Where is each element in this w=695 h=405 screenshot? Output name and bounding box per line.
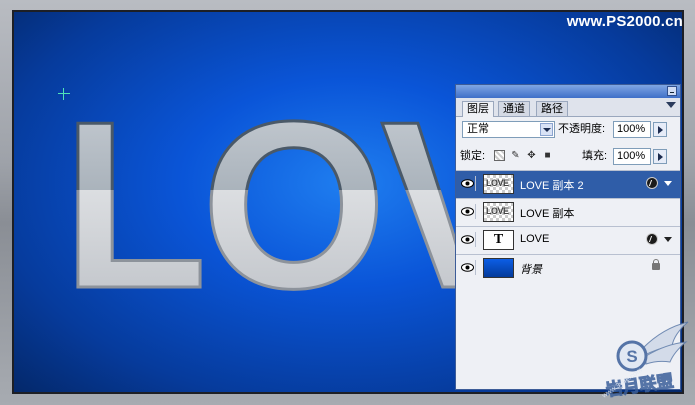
layer-row-love-copy[interactable]: LOVE LOVE 副本 [456,198,680,226]
tab-layers[interactable]: 图层 [462,101,494,117]
layer-name[interactable]: 背景 [520,261,542,277]
panel-menu-icon[interactable] [666,102,676,108]
layer-name[interactable]: LOVE 副本 [520,205,574,221]
love-3d-text: LOVE LOVE [62,82,482,320]
text-layer-thumbnail: T [483,230,514,250]
thumb-text: LOVE [486,178,509,188]
lock-transparency-icon[interactable] [494,150,505,161]
crosshair-cursor-icon [58,88,70,100]
tab-channels[interactable]: 通道 [498,101,530,116]
site-watermark: www.PS2000.cn [566,13,683,30]
layer-row-love-copy-2[interactable]: LOVE LOVE 副本 2 [456,170,680,198]
thumb-text: LOVE [486,206,509,216]
lock-label: 锁定: [460,150,486,162]
minimize-icon[interactable] [667,86,677,96]
layer-thumbnail: LOVE [483,174,514,194]
lock-position-icon[interactable]: ✥ [526,150,537,161]
visibility-eye-icon[interactable] [460,260,476,275]
lock-icon [652,259,660,270]
opacity-input[interactable]: 100% [613,121,651,138]
layer-effects-icon[interactable] [646,233,658,245]
logo-badge: S [626,347,637,366]
tab-paths[interactable]: 路径 [536,101,568,116]
layers-list: LOVE LOVE 副本 2 LOVE LOVE 副本 T LOVE 背景 [456,170,680,282]
fill-input[interactable]: 100% [613,148,651,165]
layer-row-love[interactable]: T LOVE [456,226,680,254]
layer-thumbnail: LOVE [483,202,514,222]
expand-effects-icon[interactable] [664,237,672,242]
layer-name[interactable]: LOVE 副本 2 [520,177,584,193]
type-t-icon: T [493,232,504,247]
panel-tabs: 图层 通道 路径 [456,98,680,117]
fill-slider-button[interactable] [653,149,667,164]
layer-row-background[interactable]: 背景 [456,254,680,282]
layer-name[interactable]: LOVE [520,233,549,245]
blend-mode-value: 正常 [467,123,489,135]
layer-effects-icon[interactable] [646,177,658,189]
blend-mode-select[interactable]: 正常 [462,121,555,138]
lock-pixels-icon[interactable]: ✎ [510,150,521,161]
expand-effects-icon[interactable] [664,181,672,186]
visibility-eye-icon[interactable] [460,232,476,247]
site-logo: S 岩月联盟 www.3yue.com [600,321,689,401]
chevron-down-icon[interactable] [540,123,553,136]
visibility-eye-icon[interactable] [460,204,476,219]
lock-all-icon[interactable]: ■ [542,150,553,161]
visibility-eye-icon[interactable] [460,176,476,191]
panel-titlebar[interactable] [456,85,680,98]
opacity-slider-button[interactable] [653,122,667,137]
fill-label: 填充: [582,150,608,162]
opacity-label: 不透明度: [558,123,606,135]
background-thumbnail [483,258,514,278]
